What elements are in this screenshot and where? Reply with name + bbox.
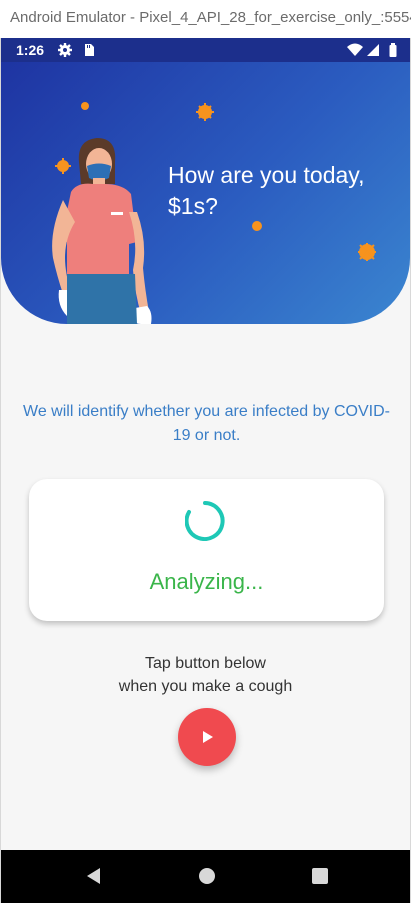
sd-card-icon (85, 44, 94, 56)
cell-signal-icon (367, 44, 379, 56)
device-screen: 1:26 How are you today, $1s? We will ide… (0, 38, 411, 903)
record-cough-button[interactable] (178, 708, 236, 766)
battery-icon (389, 43, 397, 57)
status-time: 1:26 (16, 42, 45, 58)
instruction-line-2: when you make a cough (118, 678, 293, 695)
status-bar: 1:26 (1, 38, 410, 62)
window-title: Android Emulator - Pixel_4_API_28_for_ex… (10, 9, 411, 26)
recents-icon[interactable] (308, 864, 332, 888)
hero-banner: How are you today, $1s? (1, 62, 410, 324)
play-icon (203, 731, 213, 743)
instruction-text: Tap button below when you make a cough (1, 652, 410, 698)
settings-gear-icon (58, 43, 72, 57)
loading-spinner-icon (185, 501, 225, 541)
android-navigation-bar (1, 850, 410, 903)
back-icon[interactable] (82, 864, 106, 888)
instruction-line-1: Tap button below (145, 655, 266, 672)
wifi-icon (347, 43, 363, 56)
tagline-text: We will identify whether you are infecte… (23, 403, 390, 444)
emulator-window-titlebar: Android Emulator - Pixel_4_API_28_for_ex… (0, 0, 411, 39)
home-icon[interactable] (195, 864, 219, 888)
analysis-card: Analyzing... (29, 479, 384, 621)
greeting-heading: How are you today, $1s? (168, 162, 365, 219)
analyzing-status-label: Analyzing... (149, 569, 264, 594)
